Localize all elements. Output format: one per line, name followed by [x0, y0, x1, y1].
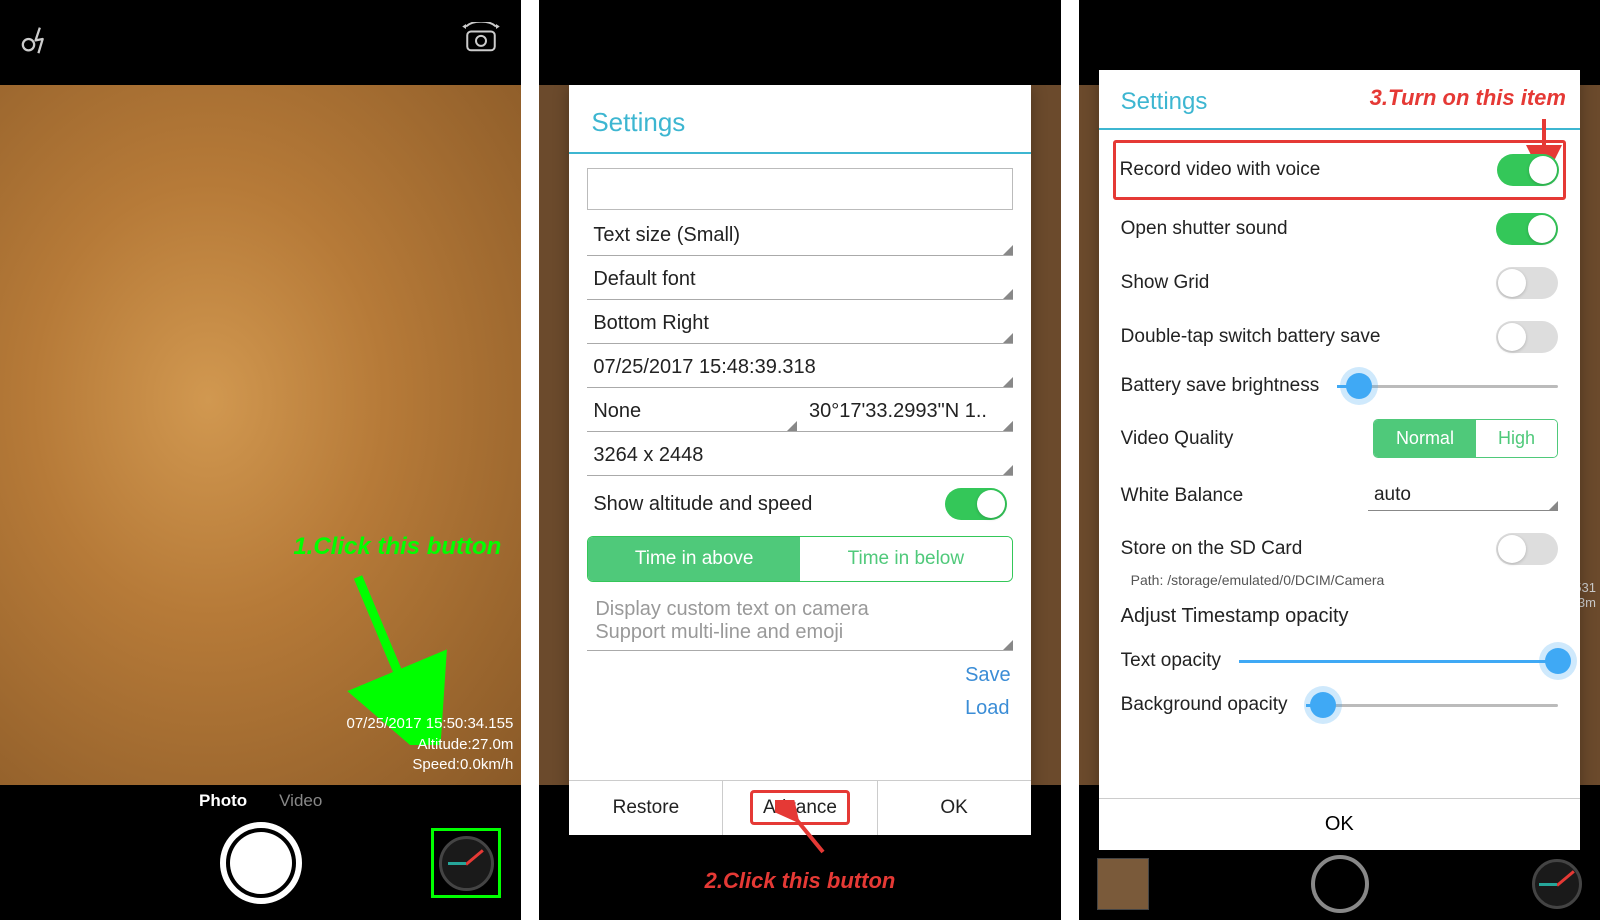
- shutter-sound-label: Open shutter sound: [1121, 218, 1288, 240]
- row-white-balance: White Balance auto: [1117, 469, 1562, 522]
- row-double-tap: Double-tap switch battery save: [1117, 310, 1562, 364]
- row-record-voice: Record video with voice: [1113, 140, 1566, 200]
- record-voice-label: Record video with voice: [1120, 159, 1321, 181]
- resolution-label: 3264 x 2448: [593, 444, 703, 467]
- double-tap-toggle[interactable]: [1496, 321, 1558, 353]
- row-battery-brightness: Battery save brightness: [1117, 364, 1562, 408]
- dial-icon[interactable]: [1532, 859, 1582, 909]
- sd-card-label: Store on the SD Card: [1121, 538, 1303, 560]
- advance-button-wrap[interactable]: Advance: [723, 781, 877, 835]
- record-voice-toggle[interactable]: [1497, 154, 1559, 186]
- custom-text-line1: Display custom text on camera: [595, 598, 1004, 621]
- row-altitude-speed: Show altitude and speed: [587, 476, 1012, 532]
- show-grid-label: Show Grid: [1121, 272, 1210, 294]
- camera-overlay-info: 07/25/2017 15:50:34.155 Altitude:27.0m S…: [347, 714, 514, 775]
- row-text-opacity: Text opacity: [1117, 639, 1562, 683]
- seg-time-below[interactable]: Time in below: [800, 537, 1012, 581]
- tab-video[interactable]: Video: [279, 791, 322, 811]
- adjust-opacity-label: Adjust Timestamp opacity: [1121, 605, 1349, 628]
- dialog-footer: Restore Advance OK: [569, 780, 1030, 835]
- coords-label: 30°17'33.2993"N 1..: [809, 400, 987, 422]
- altitude-speed-label: Show altitude and speed: [593, 493, 812, 516]
- gallery-thumbnail[interactable]: [1097, 858, 1149, 910]
- tab-photo[interactable]: Photo: [199, 791, 247, 811]
- switch-camera-icon[interactable]: [461, 22, 501, 63]
- datetime-label: 07/25/2017 15:48:39.318: [593, 356, 815, 379]
- row-position[interactable]: Bottom Right: [587, 300, 1012, 344]
- bg-opacity-label: Background opacity: [1121, 694, 1288, 716]
- camera-topbar: [0, 0, 521, 85]
- dialog-title: Settings: [569, 85, 1030, 154]
- dialog-body: Text size (Small) Default font Bottom Ri…: [569, 154, 1030, 780]
- none-label: None: [593, 400, 641, 422]
- video-quality-label: Video Quality: [1121, 428, 1234, 450]
- camera-settings-button[interactable]: [431, 828, 501, 898]
- battery-bright-label: Battery save brightness: [1121, 375, 1320, 397]
- advance-button[interactable]: Advance: [750, 790, 850, 825]
- save-link[interactable]: Save: [965, 664, 1011, 687]
- row-video-quality: Video Quality Normal High: [1117, 408, 1562, 469]
- font-label: Default font: [593, 268, 695, 291]
- bg-opacity-slider[interactable]: [1306, 704, 1558, 707]
- vq-normal[interactable]: Normal: [1374, 420, 1476, 457]
- phone-screenshot-2: Settings Text size (Small) Default font …: [539, 0, 1060, 920]
- position-label: Bottom Right: [593, 312, 709, 335]
- altitude-speed-toggle[interactable]: [945, 488, 1007, 520]
- row-datetime[interactable]: 07/25/2017 15:48:39.318: [587, 344, 1012, 388]
- text-input[interactable]: [587, 168, 1012, 210]
- overlay-timestamp: 07/25/2017 15:50:34.155: [347, 714, 514, 734]
- row-adjust-opacity-header: Adjust Timestamp opacity: [1117, 594, 1562, 639]
- phone-screenshot-1: 1.Click this button 07/25/2017 15:50:34.…: [0, 0, 521, 920]
- row-gps[interactable]: 30°17'33.2993"N 1..: [809, 400, 1007, 423]
- shutter-button[interactable]: [220, 822, 302, 904]
- overlay-altitude: Altitude:27.0m: [347, 735, 514, 755]
- sd-card-toggle[interactable]: [1496, 533, 1558, 565]
- row-sd-card: Store on the SD Card: [1117, 522, 1562, 576]
- row-none[interactable]: None: [593, 400, 791, 423]
- custom-text-textarea[interactable]: Display custom text on camera Support mu…: [587, 592, 1012, 651]
- phone-screenshot-3: 8.531 133m Settings 3.Turn on this item …: [1079, 0, 1600, 920]
- row-bg-opacity: Background opacity: [1117, 683, 1562, 727]
- vq-high[interactable]: High: [1476, 420, 1557, 457]
- mode-tabs: Photo Video: [0, 785, 521, 811]
- white-balance-select[interactable]: auto: [1368, 480, 1558, 511]
- row-shutter-sound: Open shutter sound: [1117, 202, 1562, 256]
- row-show-grid: Show Grid: [1117, 256, 1562, 310]
- dial-icon: [439, 836, 494, 891]
- flash-icon[interactable]: [20, 22, 54, 63]
- row-font[interactable]: Default font: [587, 256, 1012, 300]
- annotation-step1: 1.Click this button: [293, 533, 501, 561]
- settings-dialog-advance: Settings 3.Turn on this item Record vide…: [1099, 70, 1580, 850]
- camera-bottom-bar: [1079, 856, 1600, 912]
- sd-card-path: Path: /storage/emulated/0/DCIM/Camera: [1117, 572, 1562, 588]
- seg-time-above[interactable]: Time in above: [588, 537, 800, 581]
- row-text-size[interactable]: Text size (Small): [587, 212, 1012, 256]
- text-opacity-slider[interactable]: [1239, 660, 1558, 663]
- camera-viewfinder[interactable]: [0, 85, 521, 785]
- video-quality-segment: Normal High: [1373, 419, 1558, 458]
- row-coords: None 30°17'33.2993"N 1..: [587, 388, 1012, 432]
- time-position-segment: Time in above Time in below: [587, 536, 1012, 582]
- battery-bright-slider[interactable]: [1337, 385, 1558, 388]
- text-size-label: Text size (Small): [593, 224, 740, 247]
- custom-text-line2: Support multi-line and emoji: [595, 621, 1004, 644]
- show-grid-toggle[interactable]: [1496, 267, 1558, 299]
- load-link[interactable]: Load: [965, 697, 1011, 720]
- annotation-step2: 2.Click this button: [705, 868, 896, 894]
- ok-button[interactable]: OK: [1099, 798, 1580, 850]
- restore-button[interactable]: Restore: [569, 781, 723, 835]
- settings-dialog: Settings Text size (Small) Default font …: [569, 85, 1030, 835]
- text-opacity-label: Text opacity: [1121, 650, 1221, 672]
- overlay-speed: Speed:0.0km/h: [347, 755, 514, 775]
- double-tap-label: Double-tap switch battery save: [1121, 326, 1381, 348]
- shutter-button[interactable]: [1311, 855, 1369, 913]
- shutter-sound-toggle[interactable]: [1496, 213, 1558, 245]
- dialog-body: Record video with voice Open shutter sou…: [1099, 130, 1580, 798]
- annotation-step3: 3.Turn on this item: [1370, 85, 1566, 111]
- row-resolution[interactable]: 3264 x 2448: [587, 432, 1012, 476]
- camera-bottom-bar: Photo Video: [0, 785, 521, 920]
- white-balance-label: White Balance: [1121, 485, 1244, 507]
- ok-button[interactable]: OK: [878, 781, 1031, 835]
